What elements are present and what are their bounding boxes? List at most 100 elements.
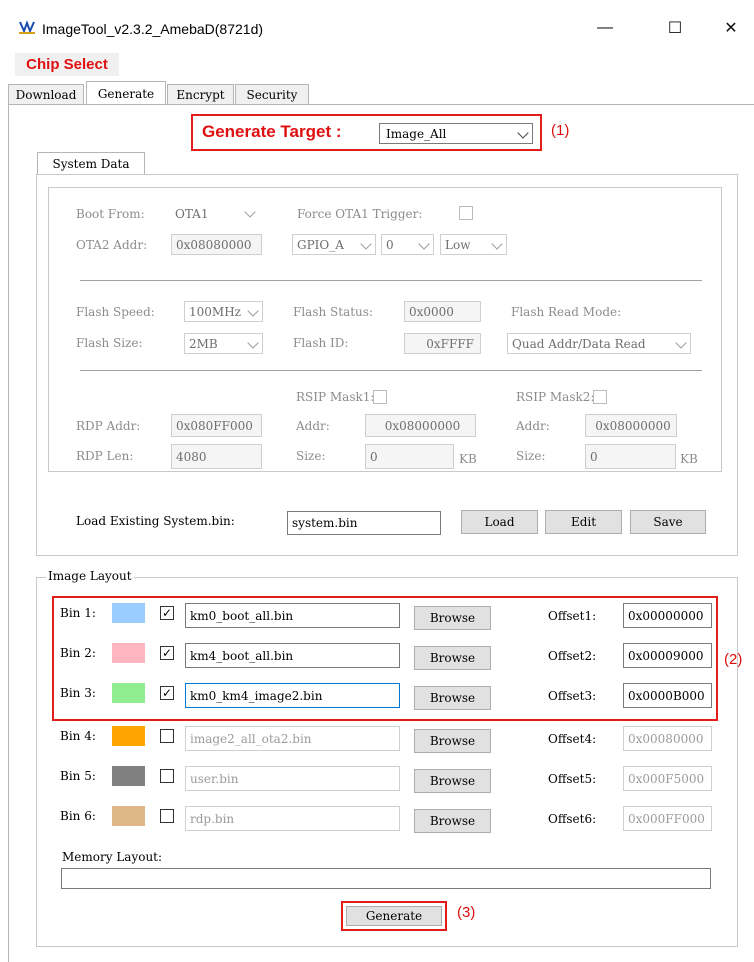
rsip1-addr-field: 0x08000000 [365,414,476,437]
save-button[interactable]: Save [630,510,706,534]
system-bin-input[interactable]: system.bin [287,511,441,535]
bin-file-input[interactable]: km0_km4_image2.bin [185,683,400,708]
memory-layout-bar [61,868,711,889]
check-icon: ✓ [161,606,173,620]
page-border [8,104,9,962]
flash-size-value: 2MB [189,336,218,351]
chevron-down-icon [360,238,372,250]
rsip2-size-label: Size: [516,449,546,463]
bin-offset-input[interactable]: 0x000F5000 [623,766,712,791]
force-ota1-checkbox [459,206,473,220]
bin-offset-input[interactable]: 0x00080000 [623,726,712,751]
bin-offset-input[interactable]: 0x0000B000 [623,683,712,708]
bin-file-input[interactable]: image2_all_ota2.bin [185,726,400,751]
memory-layout-label: Memory Layout: [62,850,163,864]
bin-checkbox[interactable] [160,729,174,743]
browse-button[interactable]: Browse [414,729,491,753]
rsip2-size-unit: KB [680,452,698,466]
annotation-3: (3) [457,904,476,921]
gpio-port-select: GPIO_A [292,234,376,255]
bin-checkbox[interactable]: ✓ [160,686,174,700]
bin-label: Bin 3: [60,686,96,700]
flash-size-label: Flash Size: [76,336,143,350]
generate-target-label: Generate Target : [202,122,342,141]
browse-button[interactable]: Browse [414,769,491,793]
chevron-down-icon [244,206,256,218]
tab-download[interactable]: Download [8,84,84,104]
boot-from-select: OTA1 [171,203,262,224]
browse-button[interactable]: Browse [414,606,491,630]
rsip-mask1-checkbox [373,390,387,404]
bin-offset-label: Offset1: [548,609,597,623]
rsip1-size-unit: KB [459,452,477,466]
chip-select-button[interactable]: Chip Select [15,53,119,76]
chevron-down-icon [418,238,430,250]
separator [80,280,702,281]
flash-read-mode-select: Quad Addr/Data Read [507,333,691,354]
annotation-2: (2) [724,651,743,668]
tab-encrypt[interactable]: Encrypt [167,84,234,104]
rsip-mask1-label: RSIP Mask1: [296,390,375,404]
tab-security[interactable]: Security [235,84,309,104]
flash-status-label: Flash Status: [293,305,373,319]
gpio-level-value: Low [445,237,471,252]
bin-offset-label: Offset3: [548,689,597,703]
maximize-button[interactable]: ☐ [652,14,698,42]
bin-color-swatch [112,683,145,703]
flash-id-label: Flash ID: [293,336,349,350]
rsip1-addr-label: Addr: [296,419,330,433]
chevron-down-icon [247,337,259,349]
edit-button[interactable]: Edit [545,510,622,534]
bin-checkbox[interactable]: ✓ [160,606,174,620]
boot-from-label: Boot From: [76,207,145,221]
bin-offset-input[interactable]: 0x00009000 [623,643,712,668]
bin-offset-label: Offset6: [548,812,597,826]
bin-file-input[interactable]: user.bin [185,766,400,791]
browse-button[interactable]: Browse [414,686,491,710]
generate-target-select[interactable]: Image_All [379,123,533,144]
tab-generate[interactable]: Generate [86,81,166,105]
flash-speed-value: 100MHz [189,304,241,319]
rsip1-size-label: Size: [296,449,326,463]
bin-label: Bin 5: [60,769,96,783]
bin-color-swatch [112,603,145,623]
ota2-addr-label: OTA2 Addr: [76,238,148,252]
chevron-down-icon [675,337,687,349]
browse-button[interactable]: Browse [414,809,491,833]
minimize-button[interactable]: — [582,14,628,42]
tab-system-data[interactable]: System Data [37,152,145,175]
close-button[interactable]: ✕ [708,14,754,42]
rsip2-size-field: 0 [585,444,676,469]
bin-checkbox[interactable] [160,809,174,823]
bin-color-swatch [112,806,145,826]
rdp-addr-label: RDP Addr: [76,419,141,433]
generate-target-value: Image_All [386,127,447,141]
force-ota1-label: Force OTA1 Trigger: [297,207,423,221]
check-icon: ✓ [161,686,173,700]
generate-button[interactable]: Generate [346,906,442,926]
bin-label: Bin 6: [60,809,96,823]
rsip-mask2-label: RSIP Mask2: [516,390,595,404]
bin-file-input[interactable]: km4_boot_all.bin [185,643,400,668]
bin-color-swatch [112,766,145,786]
bin-offset-input[interactable]: 0x000FF000 [623,806,712,831]
bin-offset-input[interactable]: 0x00000000 [623,603,712,628]
flash-speed-select: 100MHz [184,301,263,322]
check-icon: ✓ [161,646,173,660]
load-existing-label: Load Existing System.bin: [76,514,235,528]
browse-button[interactable]: Browse [414,646,491,670]
rdp-len-label: RDP Len: [76,449,134,463]
load-button[interactable]: Load [461,510,538,534]
bin-offset-label: Offset4: [548,732,597,746]
chevron-down-icon [247,305,259,317]
bin-offset-label: Offset2: [548,649,597,663]
bin-checkbox[interactable]: ✓ [160,646,174,660]
rdp-len-field: 4080 [171,444,262,469]
gpio-pin-select: 0 [381,234,434,255]
bin-color-swatch [112,643,145,663]
flash-status-field: 0x0000 [404,301,481,322]
bin-file-input[interactable]: km0_boot_all.bin [185,603,400,628]
tab-divider [8,104,754,105]
bin-file-input[interactable]: rdp.bin [185,806,400,831]
bin-checkbox[interactable] [160,769,174,783]
